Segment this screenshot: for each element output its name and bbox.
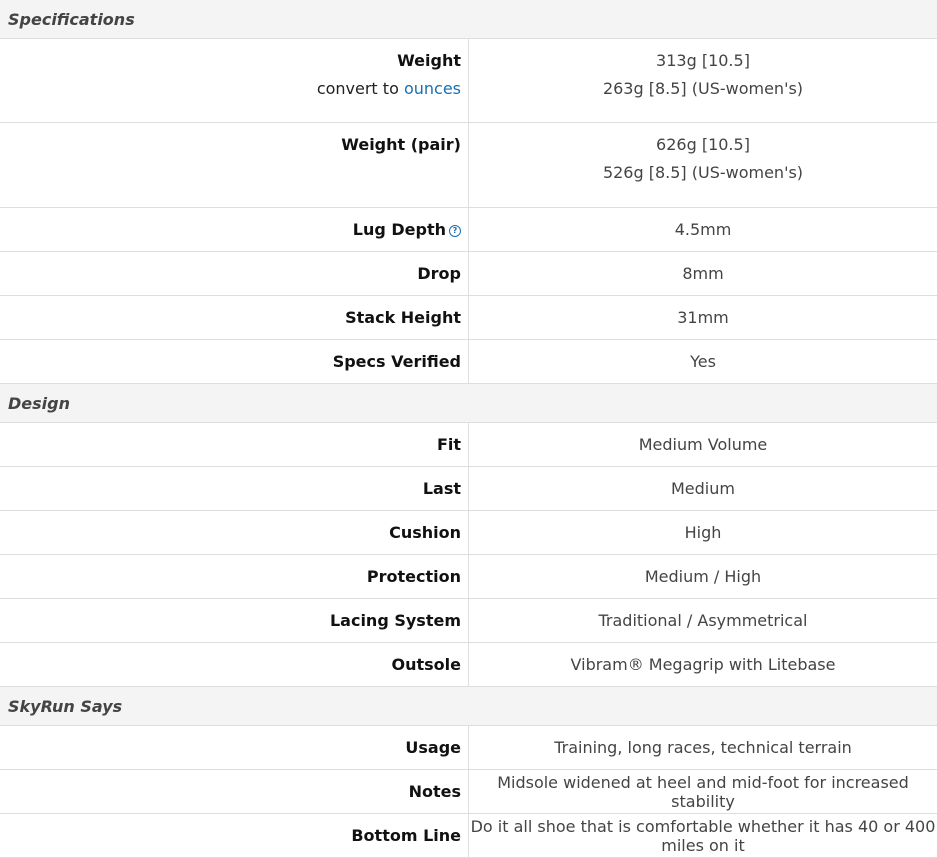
row-label: Usage (0, 726, 469, 770)
row-label: Lacing System (0, 599, 469, 643)
section-title: Specifications (0, 0, 937, 39)
section-header-skyrun: SkyRun Says (0, 687, 937, 726)
row-value-cell: 313g [10.5] 263g [8.5] (US-women's) (469, 39, 937, 123)
help-icon[interactable]: ? (449, 225, 461, 237)
row-stack-height: Stack Height 31mm (0, 296, 937, 340)
row-value: 31mm (469, 296, 937, 340)
row-label: Fit (0, 423, 469, 467)
section-header-specifications: Specifications (0, 0, 937, 39)
convert-text: convert to ounces (0, 79, 461, 98)
weight-pair-value-line1: 626g [10.5] (656, 135, 750, 154)
row-protection: Protection Medium / High (0, 555, 937, 599)
row-value: 8mm (469, 252, 937, 296)
row-label: Last (0, 467, 469, 511)
row-value: Midsole widened at heel and mid-foot for… (469, 770, 937, 814)
row-notes: Notes Midsole widened at heel and mid-fo… (0, 770, 937, 814)
row-weight: Weight convert to ounces 313g [10.5] 263… (0, 39, 937, 123)
row-value: Vibram® Megagrip with Litebase (469, 643, 937, 687)
row-label: Bottom Line (0, 814, 469, 858)
row-label-cell: Weight (pair) (0, 123, 469, 208)
section-header-design: Design (0, 384, 937, 423)
section-title: SkyRun Says (0, 687, 937, 726)
row-label: Weight (pair) (341, 135, 461, 154)
specs-table: Specifications Weight convert to ounces … (0, 0, 937, 858)
row-value: Medium (469, 467, 937, 511)
row-label: Notes (0, 770, 469, 814)
row-value: Training, long races, technical terrain (469, 726, 937, 770)
row-value: High (469, 511, 937, 555)
section-title: Design (0, 384, 937, 423)
row-label: Stack Height (0, 296, 469, 340)
row-value: Traditional / Asymmetrical (469, 599, 937, 643)
row-fit: Fit Medium Volume (0, 423, 937, 467)
row-label: Weight (397, 51, 461, 70)
row-label: Protection (0, 555, 469, 599)
row-value: Yes (469, 340, 937, 384)
row-value: Medium / High (469, 555, 937, 599)
row-label: Outsole (0, 643, 469, 687)
convert-prefix: convert to (317, 79, 399, 98)
row-bottom-line: Bottom Line Do it all shoe that is comfo… (0, 814, 937, 858)
weight-pair-value-line2: 526g [8.5] (US-women's) (469, 163, 937, 182)
row-label-cell: Weight convert to ounces (0, 39, 469, 123)
row-label: Specs Verified (0, 340, 469, 384)
row-lacing-system: Lacing System Traditional / Asymmetrical (0, 599, 937, 643)
row-label: Drop (0, 252, 469, 296)
row-specs-verified: Specs Verified Yes (0, 340, 937, 384)
row-last: Last Medium (0, 467, 937, 511)
ounces-link[interactable]: ounces (404, 79, 461, 98)
row-usage: Usage Training, long races, technical te… (0, 726, 937, 770)
row-value-cell: 626g [10.5] 526g [8.5] (US-women's) (469, 123, 937, 208)
row-cushion: Cushion High (0, 511, 937, 555)
row-drop: Drop 8mm (0, 252, 937, 296)
row-label-cell: Lug Depth? (0, 208, 469, 252)
row-outsole: Outsole Vibram® Megagrip with Litebase (0, 643, 937, 687)
weight-value-line2: 263g [8.5] (US-women's) (469, 79, 937, 98)
row-value: Do it all shoe that is comfortable wheth… (469, 814, 937, 858)
row-lug-depth: Lug Depth? 4.5mm (0, 208, 937, 252)
row-label: Lug Depth (353, 220, 446, 239)
row-value: 4.5mm (469, 208, 937, 252)
row-value: Medium Volume (469, 423, 937, 467)
row-label: Cushion (0, 511, 469, 555)
weight-value-line1: 313g [10.5] (656, 51, 750, 70)
row-weight-pair: Weight (pair) 626g [10.5] 526g [8.5] (US… (0, 123, 937, 208)
